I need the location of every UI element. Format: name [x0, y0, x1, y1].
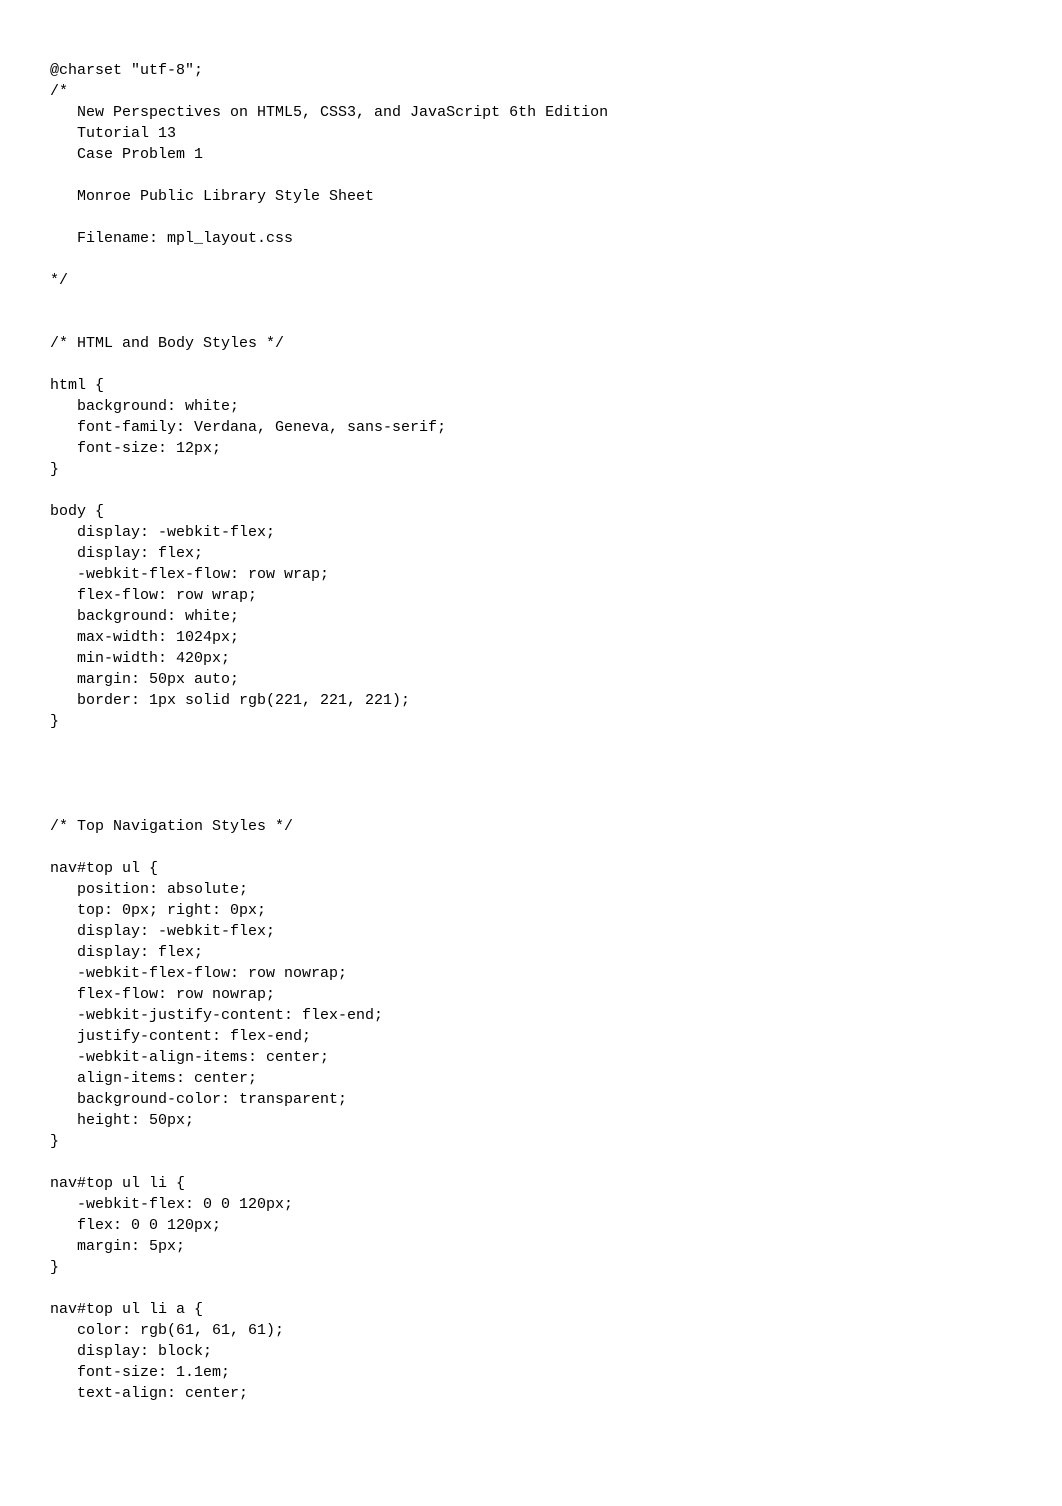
code-text: @charset "utf-8"; /* New Perspectives on… [50, 62, 608, 1402]
code-document: @charset "utf-8"; /* New Perspectives on… [0, 0, 1062, 1424]
